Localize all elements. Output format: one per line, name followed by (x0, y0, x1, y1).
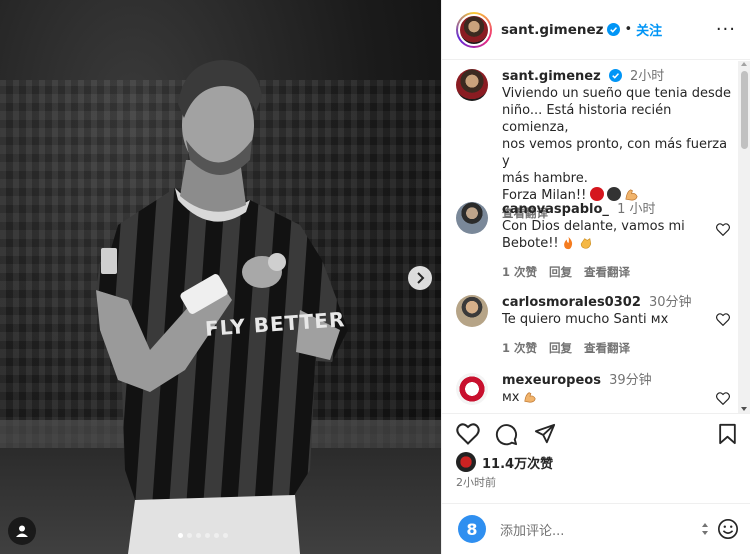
comment-like-count[interactable]: 1 次赞 (502, 264, 537, 281)
clapping-hands-emoji (580, 238, 591, 249)
comment-text-line: Bebote!! (502, 235, 738, 252)
caption-avatar[interactable] (456, 69, 488, 101)
carousel-dot (196, 533, 201, 538)
red-circle-emoji (590, 187, 605, 201)
comment-username[interactable]: mexeuropeos (502, 373, 601, 388)
post-details-panel: sant.gimenez • 关注 ··· sant.gimenez 2小时 V… (441, 0, 750, 554)
comment-item: canovaspablo_ 1 小时 Con Dios delante, vam… (456, 201, 738, 281)
comment-time: 39分钟 (609, 373, 652, 388)
caption-text-line: más hambre. (502, 171, 588, 186)
caption-text-line: Viviendo un sueño que tenia desde (502, 86, 731, 101)
comment-reply-button[interactable]: 回复 (549, 264, 572, 281)
separator-dot: • (624, 22, 633, 37)
heart-icon[interactable] (716, 313, 730, 326)
caption-username[interactable]: sant.gimenez (502, 69, 601, 84)
fire-emoji (563, 236, 572, 250)
caption: sant.gimenez 2小时 Viviendo un sueño que t… (456, 68, 738, 222)
carousel-next-button[interactable] (408, 266, 432, 290)
scroll-up-arrow-icon[interactable] (741, 62, 747, 66)
follow-button[interactable]: 关注 (636, 20, 662, 39)
heart-icon[interactable] (716, 223, 730, 236)
verified-badge-icon (607, 23, 621, 36)
comment-bubble-icon[interactable] (495, 423, 518, 446)
verified-badge-icon (608, 69, 622, 82)
commenter-avatar[interactable] (456, 202, 488, 234)
post-header: sant.gimenez • 关注 ··· (442, 0, 750, 60)
black-circle-emoji (607, 187, 622, 201)
liker-avatar (456, 452, 476, 472)
current-user-avatar: 8 (458, 515, 486, 543)
input-scroll-arrows-icon[interactable] (701, 522, 709, 536)
comment-text-line: Con Dios delante, vamos mi (502, 219, 685, 234)
comment-username[interactable]: carlosmorales0302 (502, 295, 641, 310)
heart-icon[interactable] (716, 392, 730, 405)
user-icon (16, 525, 28, 537)
author-username[interactable]: sant.gimenez (501, 22, 603, 38)
comment-reply-button[interactable]: 回复 (549, 340, 572, 357)
save-bookmark-icon[interactable] (718, 423, 737, 445)
comment-text-fragment: Bebote!! (502, 236, 559, 251)
tagged-users-button[interactable] (8, 517, 36, 545)
carousel-dot (214, 533, 219, 538)
post-actions: 11.4万次赞 2小时前 (442, 413, 750, 503)
flexed-biceps-emoji (523, 392, 536, 403)
carousel-dot (205, 533, 210, 538)
carousel-dot (223, 533, 228, 538)
share-send-icon[interactable] (534, 423, 556, 445)
comment-translate-link[interactable]: 查看翻译 (584, 264, 630, 281)
comment-item: mexeuropeos 39分钟 ᴍx (456, 372, 738, 406)
add-comment-input[interactable]: 添加评论... (500, 520, 701, 539)
flexed-biceps-emoji (625, 189, 638, 201)
scrollbar-thumb[interactable] (741, 71, 748, 149)
emoji-picker-icon[interactable] (717, 518, 739, 540)
scroll-down-arrow-icon[interactable] (741, 407, 747, 411)
comment-time: 1 小时 (617, 202, 656, 217)
likes-count[interactable]: 11.4万次赞 (482, 453, 553, 472)
chevron-right-icon (417, 272, 425, 284)
more-options-button[interactable]: ··· (716, 19, 736, 40)
comment-like-count[interactable]: 1 次赞 (502, 340, 537, 357)
player-figure (96, 60, 348, 554)
carousel-dot (178, 533, 183, 538)
comment-actions: 1 次赞 回复 查看翻译 (502, 340, 738, 357)
comment-translate-link[interactable]: 查看翻译 (584, 340, 630, 357)
comment-item: carlosmorales0302 30分钟 Te quiero mucho S… (456, 294, 738, 357)
post-photo[interactable]: FLY BETTER (0, 0, 441, 554)
carousel-dot (187, 533, 192, 538)
post-timestamp: 2小时前 (456, 476, 496, 489)
comment-text-line: ᴍx (502, 389, 738, 406)
comments-list[interactable]: sant.gimenez 2小时 Viviendo un sueño que t… (442, 61, 738, 413)
like-heart-icon[interactable] (456, 423, 480, 445)
comment-actions: 1 次赞 回复 查看翻译 (502, 264, 738, 281)
caption-text-line: nos vemos pronto, con más fuerza y (502, 137, 728, 169)
likes-summary[interactable]: 11.4万次赞 (456, 452, 553, 472)
comment-username[interactable]: canovaspablo_ (502, 202, 609, 217)
comment-text-line: Te quiero mucho Santi ᴍx (502, 312, 669, 327)
comment-text-fragment: ᴍx (502, 390, 520, 405)
comments-scrollbar[interactable] (738, 61, 750, 413)
commenter-avatar[interactable] (456, 295, 488, 327)
author-avatar[interactable] (456, 11, 492, 48)
caption-text-line: niño... Está historia recién comienza, (502, 103, 672, 135)
caption-time: 2小时 (629, 69, 665, 84)
comment-time: 30分钟 (649, 295, 692, 310)
add-comment-bar: 8 添加评论... (442, 503, 750, 554)
carousel-indicator (178, 533, 228, 538)
commenter-avatar[interactable] (456, 373, 488, 405)
